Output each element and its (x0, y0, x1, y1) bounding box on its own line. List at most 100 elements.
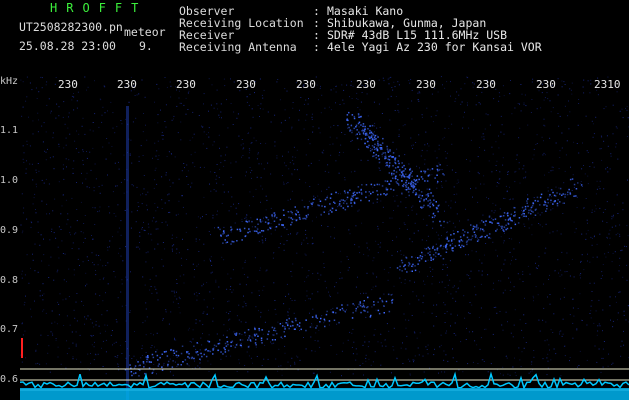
noise-speck (441, 186, 443, 188)
noise-speck (533, 148, 535, 150)
noise-speck (311, 243, 313, 245)
noise-speck (173, 115, 175, 117)
noise-speck (560, 375, 562, 377)
echo-speck (248, 337, 250, 339)
echo-speck (385, 300, 388, 303)
noise-speck (26, 96, 28, 98)
echo-speck (352, 196, 354, 198)
echo-speck (157, 365, 160, 367)
noise-speck (479, 237, 481, 238)
noise-speck (174, 361, 176, 363)
noise-speck (365, 357, 367, 359)
noise-speck (72, 242, 74, 244)
noise-speck (431, 283, 433, 285)
noise-speck (601, 271, 603, 273)
noise-speck (514, 309, 516, 311)
echo-speck (427, 168, 429, 171)
echo-speck (349, 130, 351, 132)
noise-speck (271, 343, 273, 345)
noise-speck (230, 231, 232, 233)
noise-speck (48, 345, 50, 347)
echo-speck (464, 231, 466, 233)
noise-speck (116, 126, 118, 128)
noise-speck (452, 348, 453, 350)
noise-speck (134, 331, 135, 332)
noise-speck (37, 362, 39, 364)
noise-speck (548, 171, 550, 173)
noise-speck (373, 257, 375, 259)
echo-speck (359, 133, 361, 135)
echo-speck (412, 263, 414, 266)
echo-speck (422, 206, 424, 208)
noise-speck (502, 329, 504, 331)
noise-speck (101, 347, 102, 349)
noise-speck (380, 242, 382, 244)
noise-speck (564, 287, 566, 289)
noise-speck (178, 296, 180, 298)
noise-speck (328, 171, 330, 173)
echo-speck (205, 348, 207, 351)
echo-speck (219, 228, 221, 231)
noise-speck (244, 261, 246, 263)
echo-speck (243, 227, 246, 230)
noise-speck (561, 86, 563, 88)
echo-speck (346, 114, 349, 116)
noise-speck (487, 114, 489, 116)
noise-speck (501, 124, 503, 126)
noise-speck (264, 321, 266, 323)
noise-speck (262, 108, 264, 110)
noise-speck (233, 111, 235, 113)
noise-speck (200, 337, 202, 339)
noise-speck (411, 145, 412, 147)
noise-speck (254, 326, 255, 328)
echo-speck (374, 134, 377, 137)
echo-speck (408, 177, 411, 179)
noise-speck (394, 86, 396, 88)
echo-speck (432, 258, 434, 261)
noise-speck (97, 353, 99, 355)
noise-speck (445, 238, 447, 240)
echo-speck (432, 195, 434, 197)
noise-speck (98, 255, 100, 256)
echo-speck (369, 125, 371, 127)
noise-speck (347, 259, 349, 260)
noise-speck (564, 84, 566, 85)
noise-speck (527, 124, 529, 126)
echo-speck (425, 248, 428, 250)
echo-speck (247, 231, 249, 234)
noise-speck (418, 354, 420, 356)
noise-speck (102, 106, 104, 108)
echo-speck (392, 152, 395, 154)
noise-speck (564, 170, 566, 172)
noise-speck (597, 325, 599, 327)
echo-speck (177, 354, 180, 357)
noise-speck (35, 87, 37, 89)
echo-speck (329, 209, 332, 212)
noise-speck (500, 280, 502, 282)
noise-speck (20, 224, 22, 226)
noise-speck (466, 76, 468, 78)
echo-speck (376, 198, 379, 200)
noise-speck (475, 104, 477, 106)
noise-speck (541, 212, 543, 214)
noise-speck (107, 110, 108, 112)
noise-speck (283, 243, 285, 245)
noise-speck (71, 95, 73, 97)
echo-speck (375, 148, 377, 150)
echo-speck (470, 224, 472, 226)
echo-speck (506, 227, 509, 230)
noise-speck (43, 182, 45, 184)
noise-speck (175, 339, 177, 341)
noise-speck (586, 324, 588, 326)
echo-speck (387, 151, 390, 153)
echo-speck (394, 177, 396, 179)
noise-speck (53, 232, 55, 234)
noise-speck (235, 207, 237, 209)
echo-speck (344, 310, 346, 313)
noise-speck (494, 210, 496, 212)
noise-speck (587, 253, 588, 255)
echo-speck (324, 205, 326, 208)
echo-speck (557, 199, 559, 201)
noise-speck (122, 260, 124, 262)
echo-speck (359, 302, 362, 305)
